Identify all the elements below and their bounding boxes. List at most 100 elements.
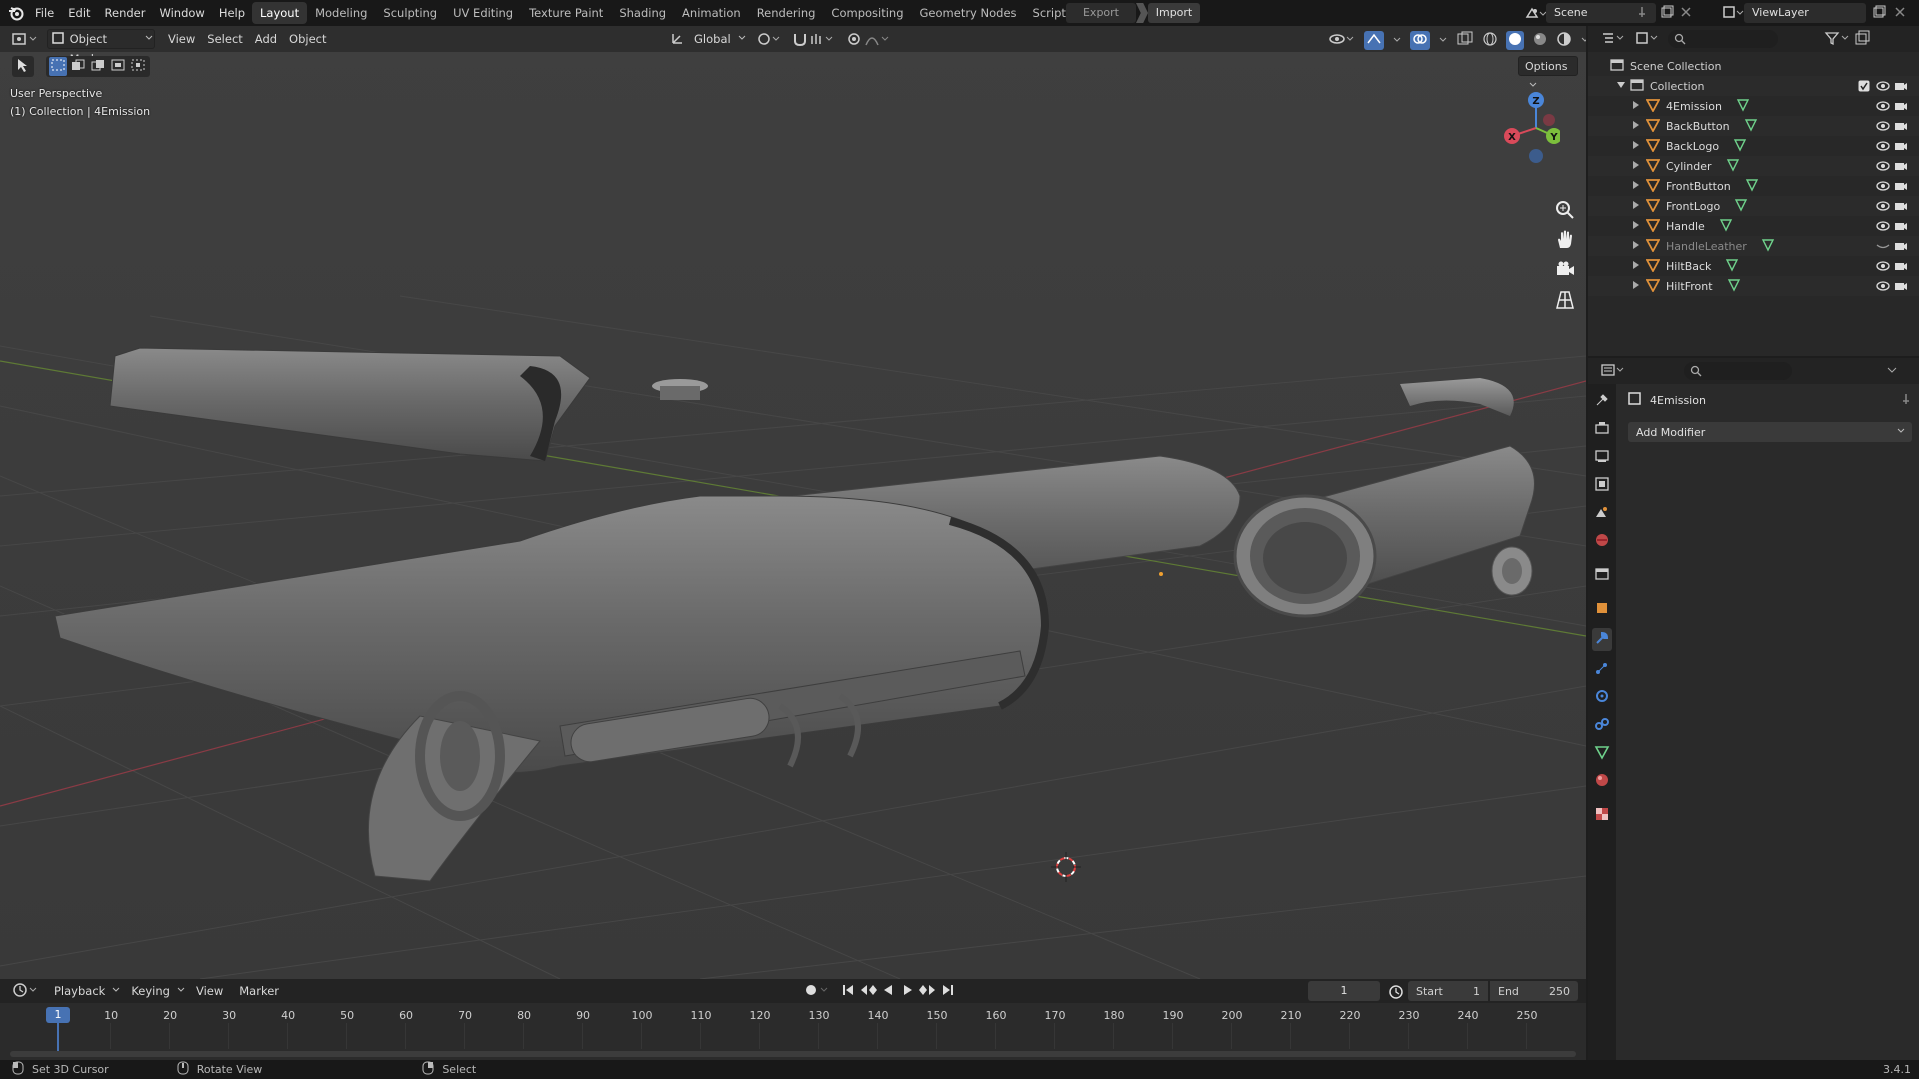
wireframe-shading-icon[interactable] bbox=[1482, 31, 1498, 50]
select-tool-icon[interactable] bbox=[12, 56, 34, 77]
outliner-object-row[interactable]: HandleLeather bbox=[1588, 236, 1919, 256]
next-keyframe-icon[interactable] bbox=[919, 983, 937, 1000]
overlays-toggle-icon[interactable] bbox=[1410, 31, 1430, 50]
outliner-scene-collection[interactable]: Scene Collection bbox=[1588, 56, 1919, 76]
prev-keyframe-icon[interactable] bbox=[859, 983, 878, 1000]
tab-geometry-nodes[interactable]: Geometry Nodes bbox=[912, 2, 1025, 24]
eye-icon[interactable] bbox=[1876, 139, 1890, 156]
keying-menu[interactable]: Keying bbox=[125, 981, 176, 1001]
select-menu[interactable]: Select bbox=[201, 29, 248, 49]
menu-edit[interactable]: Edit bbox=[61, 0, 97, 26]
start-frame-field[interactable]: Start 1 bbox=[1408, 981, 1488, 1001]
pin-icon[interactable] bbox=[1636, 6, 1650, 21]
material-tab-icon[interactable] bbox=[1594, 772, 1610, 791]
new-view-layer-icon[interactable] bbox=[1872, 5, 1888, 22]
xray-toggle-icon[interactable] bbox=[1456, 31, 1474, 50]
texture-tab-icon[interactable] bbox=[1594, 806, 1610, 825]
camera-render-icon[interactable] bbox=[1894, 79, 1908, 96]
mesh-data-icon[interactable] bbox=[1719, 218, 1733, 235]
camera-render-icon[interactable] bbox=[1894, 279, 1908, 296]
select-invert-icon[interactable] bbox=[109, 57, 127, 76]
outliner-object-row[interactable]: Handle bbox=[1588, 216, 1919, 236]
menu-render[interactable]: Render bbox=[98, 0, 153, 26]
select-subtract-icon[interactable] bbox=[89, 57, 107, 76]
collection-tab-icon[interactable] bbox=[1594, 566, 1610, 585]
chevron-down-icon[interactable] bbox=[1392, 31, 1402, 50]
stopwatch-icon[interactable] bbox=[1388, 983, 1404, 1002]
eye-icon[interactable] bbox=[1876, 219, 1890, 236]
jump-end-icon[interactable] bbox=[941, 983, 955, 1000]
tab-rendering[interactable]: Rendering bbox=[749, 2, 824, 24]
scene-tab-icon[interactable] bbox=[1594, 504, 1610, 523]
material-shading-icon[interactable] bbox=[1532, 31, 1548, 50]
mesh-data-icon[interactable] bbox=[1734, 198, 1748, 215]
playback-menu[interactable]: Playback bbox=[48, 981, 111, 1001]
marker-menu[interactable]: Marker bbox=[233, 981, 285, 1001]
mesh-data-icon[interactable] bbox=[1736, 98, 1750, 115]
object-tab-icon[interactable] bbox=[1594, 600, 1610, 619]
mesh-data-icon[interactable] bbox=[1761, 238, 1775, 255]
eye-icon[interactable] bbox=[1876, 199, 1890, 216]
expand-arrow-icon[interactable] bbox=[1632, 280, 1640, 293]
import-button[interactable]: Import bbox=[1148, 3, 1200, 23]
menu-file[interactable]: File bbox=[28, 0, 61, 26]
camera-render-icon[interactable] bbox=[1894, 119, 1908, 136]
chevron-down-icon[interactable] bbox=[1438, 31, 1448, 50]
expand-arrow-icon[interactable] bbox=[1632, 100, 1640, 113]
outliner-collection-row[interactable]: Collection bbox=[1588, 76, 1919, 96]
properties-search-input[interactable] bbox=[1684, 362, 1792, 380]
outliner-search-input[interactable] bbox=[1668, 30, 1778, 48]
expand-arrow-icon[interactable] bbox=[1632, 180, 1640, 193]
outliner-object-row[interactable]: Cylinder bbox=[1588, 156, 1919, 176]
expand-arrow-icon[interactable] bbox=[1632, 260, 1640, 273]
tab-sculpting[interactable]: Sculpting bbox=[375, 2, 445, 24]
add-menu[interactable]: Add bbox=[249, 29, 283, 49]
timeline-editor-icon[interactable] bbox=[12, 982, 40, 1001]
proportional-edit-icon[interactable] bbox=[846, 31, 890, 50]
view-layer-tab-icon[interactable] bbox=[1594, 476, 1610, 495]
outliner-object-row[interactable]: BackLogo bbox=[1588, 136, 1919, 156]
camera-render-icon[interactable] bbox=[1894, 239, 1908, 256]
chevron-down-icon[interactable] bbox=[1580, 31, 1586, 50]
display-mode-icon[interactable] bbox=[1634, 30, 1662, 49]
camera-render-icon[interactable] bbox=[1894, 179, 1908, 196]
jump-start-icon[interactable] bbox=[841, 983, 855, 1000]
expand-arrow-icon[interactable] bbox=[1632, 240, 1640, 253]
render-tab-icon[interactable] bbox=[1594, 420, 1610, 439]
select-new-icon[interactable] bbox=[49, 57, 67, 76]
current-frame-field[interactable]: 1 bbox=[1308, 981, 1380, 1001]
new-collection-icon[interactable] bbox=[1854, 30, 1870, 49]
outliner-object-row[interactable]: HiltFront bbox=[1588, 276, 1919, 296]
eye-closed-icon[interactable] bbox=[1876, 239, 1890, 256]
blender-logo-icon[interactable] bbox=[8, 5, 24, 21]
editor-type-icon[interactable] bbox=[10, 30, 40, 48]
outliner-object-row[interactable]: HiltBack bbox=[1588, 256, 1919, 276]
visibility-selector-icon[interactable] bbox=[1328, 31, 1356, 50]
eye-icon[interactable] bbox=[1876, 99, 1890, 116]
eye-icon[interactable] bbox=[1876, 79, 1890, 96]
world-tab-icon[interactable] bbox=[1594, 532, 1610, 551]
mesh-data-icon[interactable] bbox=[1725, 258, 1739, 275]
play-icon[interactable] bbox=[901, 983, 915, 1000]
tab-animation[interactable]: Animation bbox=[674, 2, 749, 24]
camera-render-icon[interactable] bbox=[1894, 259, 1908, 276]
camera-render-icon[interactable] bbox=[1894, 159, 1908, 176]
camera-render-icon[interactable] bbox=[1894, 219, 1908, 236]
menu-help[interactable]: Help bbox=[212, 0, 252, 26]
zoom-icon[interactable] bbox=[1553, 198, 1577, 228]
mesh-data-icon[interactable] bbox=[1727, 278, 1741, 295]
modifier-tab-icon[interactable] bbox=[1592, 628, 1612, 651]
tool-tab-icon[interactable] bbox=[1594, 392, 1610, 411]
tab-texture-paint[interactable]: Texture Paint bbox=[521, 2, 611, 24]
object-mode-dropdown[interactable]: Object Mode bbox=[47, 29, 155, 66]
eye-icon[interactable] bbox=[1876, 119, 1890, 136]
collapse-arrow-icon[interactable] bbox=[1616, 80, 1626, 93]
expand-arrow-icon[interactable] bbox=[1632, 140, 1640, 153]
end-frame-field[interactable]: End 250 bbox=[1490, 981, 1578, 1001]
transform-orientation-dropdown[interactable]: Global bbox=[670, 29, 747, 49]
scene-selector[interactable]: Scene bbox=[1524, 3, 1694, 23]
eye-icon[interactable] bbox=[1876, 179, 1890, 196]
exclude-checkbox-icon[interactable] bbox=[1858, 80, 1870, 95]
camera-render-icon[interactable] bbox=[1894, 139, 1908, 156]
tab-shading[interactable]: Shading bbox=[611, 2, 674, 24]
